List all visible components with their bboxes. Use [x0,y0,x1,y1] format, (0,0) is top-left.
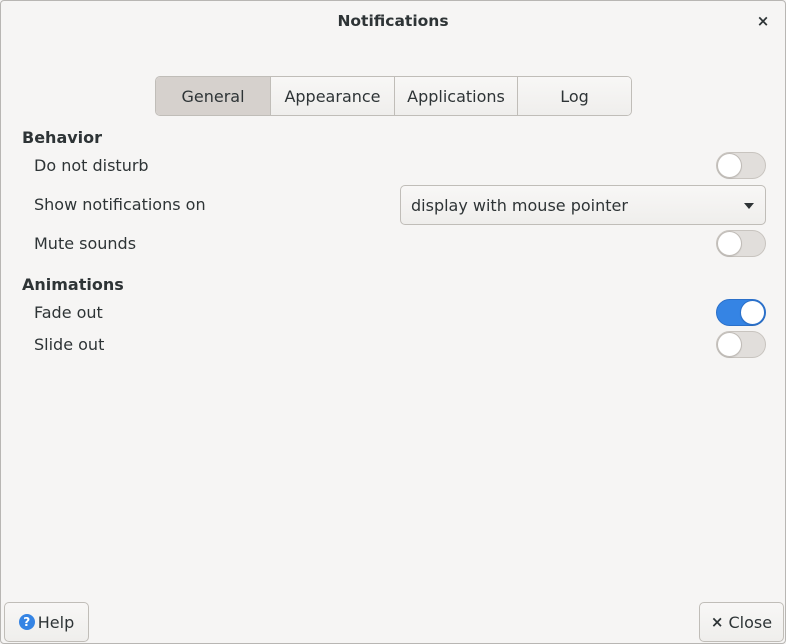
help-label: Help [37,612,75,632]
notifications-window: Notifications × General Appearance Appli… [0,0,786,644]
switch-knob [717,231,742,256]
window-title: Notifications [337,12,449,30]
close-button[interactable]: × Close [699,602,784,642]
help-icon: ? [18,614,35,630]
tab-general[interactable]: General [156,77,270,115]
show-notifications-on-dropdown[interactable]: display with mouse pointer [400,185,766,225]
dropdown-value: display with mouse pointer [411,195,628,215]
chevron-down-icon [744,203,754,209]
titlebar: Notifications × [1,1,785,43]
slide-out-switch[interactable] [716,331,766,358]
switch-knob [717,153,742,178]
fade-out-label: Fade out [34,303,103,322]
switch-knob [740,300,765,325]
do-not-disturb-label: Do not disturb [34,156,149,175]
fade-out-switch[interactable] [716,299,766,326]
tab-applications[interactable]: Applications [394,77,517,115]
show-notifications-on-label: Show notifications on [34,195,206,214]
tab-appearance[interactable]: Appearance [270,77,394,115]
switch-knob [717,332,742,357]
mute-sounds-switch[interactable] [716,230,766,257]
close-label: Close [728,612,773,632]
close-icon[interactable]: × [755,12,771,30]
do-not-disturb-switch[interactable] [716,152,766,179]
mute-sounds-label: Mute sounds [34,234,137,253]
tab-bar: General Appearance Applications Log [155,76,632,116]
animations-heading: Animations [22,275,124,294]
close-icon: × [710,613,724,631]
slide-out-label: Slide out [34,335,105,354]
help-button[interactable]: ? Help [4,602,89,642]
tab-log[interactable]: Log [517,77,631,115]
behavior-heading: Behavior [22,128,103,147]
